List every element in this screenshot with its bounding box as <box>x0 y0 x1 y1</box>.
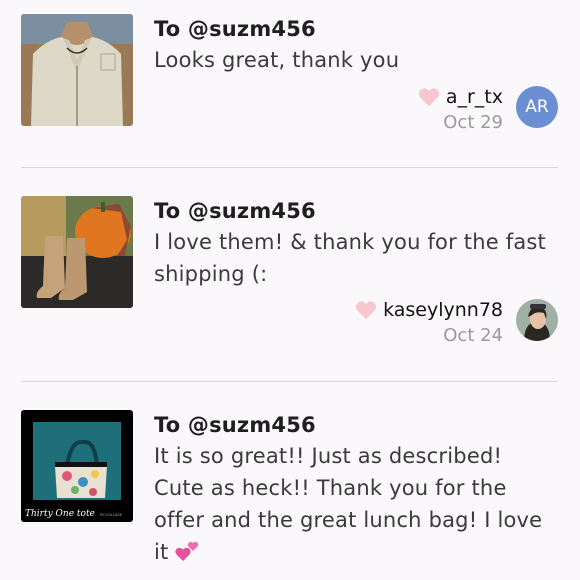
review-message-line: it <box>154 540 169 564</box>
avatar[interactable] <box>516 299 558 341</box>
review-card: Thirty One tote PICCOLLAGE To @suzm456 I… <box>0 382 580 580</box>
listing-thumbnail[interactable]: Thirty One tote PICCOLLAGE <box>21 410 133 522</box>
review-date: Oct 24 <box>443 325 503 346</box>
avatar-initials: AR <box>525 97 549 117</box>
review-message-last-line: it <box>154 536 558 568</box>
review-message-line: It is so great!! Just as described! <box>154 444 503 468</box>
listing-thumbnail[interactable] <box>21 14 133 126</box>
avatar-photo <box>516 299 558 341</box>
review-card: To @suzm456 Looks great, thank you a_r_t… <box>0 0 580 167</box>
jacket-photo <box>21 14 133 126</box>
listing-thumbnail[interactable] <box>21 196 133 308</box>
boots-photo <box>21 196 133 308</box>
review-message: Looks great, thank you <box>154 48 400 72</box>
review-recipient[interactable]: To @suzm456 <box>154 196 558 226</box>
heart-icon <box>355 301 377 320</box>
review-message-line: I love them! & thank you for the fast <box>154 230 546 254</box>
reviewer-username[interactable]: kaseylynn78 <box>383 299 503 321</box>
review-recipient[interactable]: To @suzm456 <box>154 14 558 44</box>
avatar[interactable]: AR <box>516 86 558 128</box>
review-message-line: Cute as heck!! Thank you for the <box>154 476 507 500</box>
review-message-line: offer and the great lunch bag! I love <box>154 508 543 532</box>
heart-icon <box>418 88 439 107</box>
lunch-bag-photo: Thirty One tote PICCOLLAGE <box>21 410 133 522</box>
reviewer-username[interactable]: a_r_tx <box>446 86 503 108</box>
review-card: To @suzm456 I love them! & thank you for… <box>0 168 580 381</box>
reviewer-signature: a_r_tx Oct 29 AR <box>328 86 558 133</box>
reviews-feed: To @suzm456 Looks great, thank you a_r_t… <box>0 0 580 580</box>
reviewer-signature: kaseylynn78 Oct 24 <box>328 299 558 346</box>
thumb-watermark: PICCOLLAGE <box>100 513 122 517</box>
review-date: Oct 29 <box>443 112 503 133</box>
two-hearts-icon <box>175 541 199 561</box>
review-message-line: shipping (: <box>154 262 268 286</box>
thumb-caption: Thirty One tote <box>25 509 95 519</box>
review-recipient[interactable]: To @suzm456 <box>154 410 558 440</box>
